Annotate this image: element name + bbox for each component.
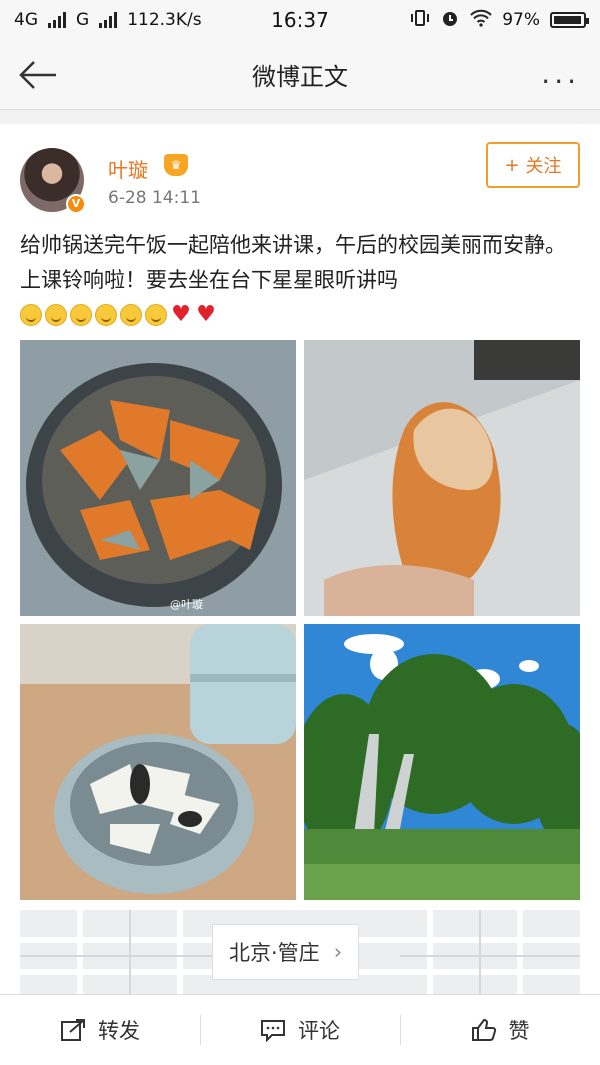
repost-button[interactable]: 转发 (0, 995, 200, 1065)
comment-icon (260, 1018, 286, 1043)
emoji-row: ♥ ♥ (20, 304, 217, 326)
back-arrow-icon[interactable] (18, 58, 58, 92)
network-type-g: G (76, 10, 90, 30)
smile-emoji-icon (45, 304, 67, 326)
signal-icon (48, 12, 66, 28)
photo-campus-sculpture[interactable] (304, 624, 580, 900)
battery-percent: 97% (502, 10, 540, 30)
verified-badge-icon: V (66, 194, 86, 214)
signal-icon-2 (99, 12, 118, 28)
like-label: 赞 (508, 1019, 530, 1043)
top-nav: 微博正文 ... (0, 40, 600, 110)
photo-lunchbox[interactable] (20, 624, 296, 900)
member-crown-icon: ♛ (164, 154, 188, 176)
wifi-icon (470, 9, 492, 32)
follow-label: 关注 (525, 156, 562, 177)
bottom-action-bar: 转发 评论 赞 (0, 994, 600, 1065)
photo-crab-pan[interactable]: @叶璇 (20, 340, 296, 616)
location-name: 北京·管庄 (229, 941, 320, 965)
smile-emoji-icon (95, 304, 117, 326)
follow-button[interactable]: + 关注 (486, 142, 580, 188)
status-left: 4G G 112.3K/s (14, 10, 202, 30)
more-icon[interactable]: ... (541, 60, 580, 88)
alarm-icon (440, 8, 460, 33)
chevron-right-icon: › (333, 940, 343, 964)
comment-label: 评论 (298, 1019, 340, 1043)
network-type-4g: 4G (14, 10, 38, 30)
cry-emoji-icon (120, 304, 142, 326)
post-text: 给帅锅送完午饭一起陪他来讲课，午后的校园美丽而安静。上课铃响啦！要去坐在台下星星… (20, 233, 566, 292)
location-map[interactable]: 北京·管庄 › (20, 910, 580, 994)
status-right: 97% (410, 8, 589, 33)
photo-grid: @叶璇 (20, 340, 580, 900)
post-time: 6-28 14:11 (108, 188, 201, 208)
page-title: 微博正文 (252, 63, 348, 91)
heart-icon: ♥ (171, 302, 191, 327)
username[interactable]: 叶璇 (108, 154, 148, 183)
plus-icon: + (504, 154, 520, 176)
repost-label: 转发 (98, 1019, 140, 1043)
battery-icon (550, 12, 589, 28)
like-button[interactable]: 赞 (400, 995, 600, 1065)
repost-icon (60, 1018, 86, 1042)
smile-emoji-icon (70, 304, 92, 326)
smile-emoji-icon (20, 304, 42, 326)
photo-crab-claw[interactable] (304, 340, 580, 616)
vibrate-icon (410, 9, 430, 32)
post-card: V 叶璇 ♛ 6-28 14:11 + 关注 给帅锅送完午饭一起陪他来讲课，午后… (0, 124, 600, 994)
comment-button[interactable]: 评论 (200, 995, 400, 1065)
cry-emoji-icon (145, 304, 167, 326)
location-label[interactable]: 北京·管庄 › (212, 924, 360, 980)
network-speed: 112.3K/s (127, 10, 202, 30)
status-bar: 4G G 112.3K/s 16:37 97% (0, 0, 600, 40)
heart-icon: ♥ (196, 302, 216, 327)
photo-watermark: @叶璇 (170, 598, 203, 611)
thumbs-up-icon (471, 1018, 497, 1042)
